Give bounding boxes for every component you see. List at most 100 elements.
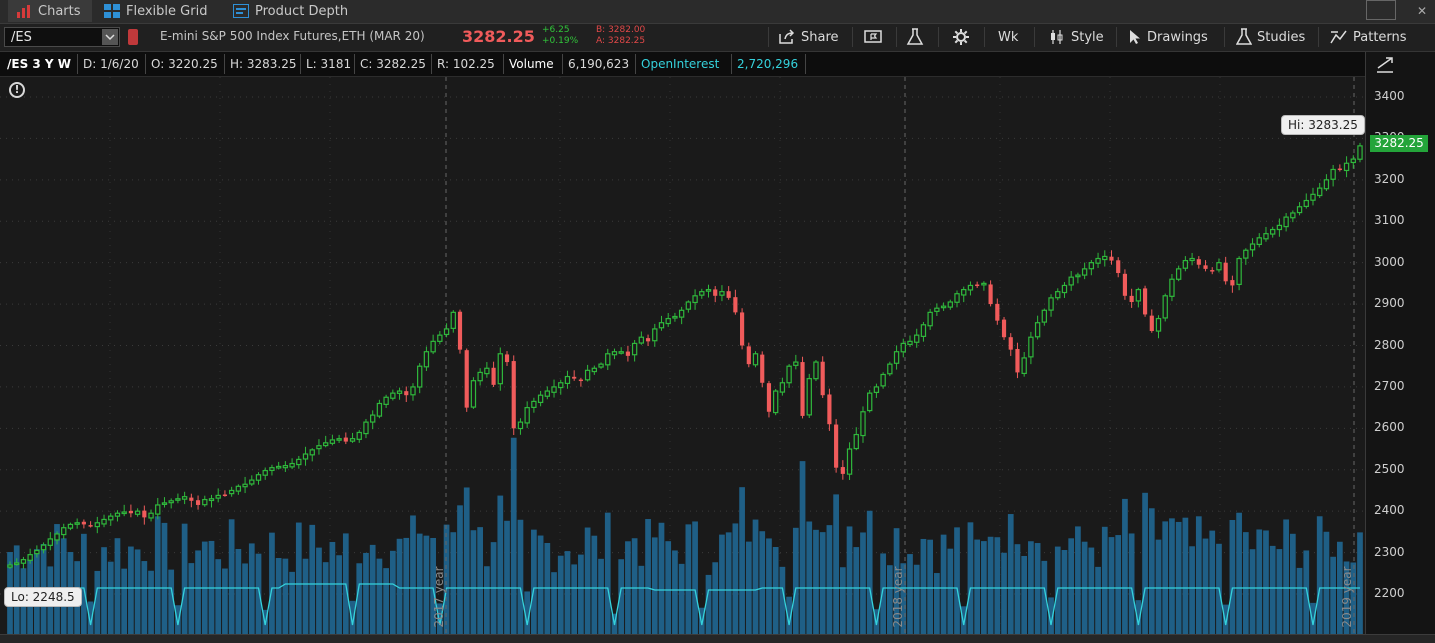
- volume-bar: [1115, 535, 1122, 634]
- candle-body-up: [370, 414, 376, 423]
- candle-body-up: [14, 562, 20, 566]
- candle-body-up: [1236, 257, 1242, 286]
- drawing-tool-icon[interactable]: [1374, 54, 1396, 74]
- alert-info-icon[interactable]: !: [9, 82, 25, 98]
- tab-charts[interactable]: Charts: [8, 0, 92, 22]
- candle-body-up: [302, 453, 309, 460]
- candlestick-chart[interactable]: 2017 year 2018 year 2019 year: [0, 77, 1365, 634]
- candlestick-icon: [1051, 30, 1063, 44]
- volume-value: 6,190,623: [563, 54, 636, 74]
- candle-body-up: [618, 351, 624, 354]
- chart-toolbar: /ES E-mini S&P 500 Index Futures,ETH (MA…: [0, 24, 1435, 52]
- candle-body-up: [1182, 259, 1189, 269]
- volume-bar: [537, 535, 544, 634]
- candle-body-down: [572, 376, 577, 379]
- bar-close: C: 3282.25: [355, 54, 432, 74]
- open-interest-value: 2,720,296: [732, 54, 806, 74]
- volume-bar: [1289, 533, 1296, 634]
- volume-bar: [1128, 533, 1135, 634]
- candle-body-up: [954, 293, 960, 303]
- candle-body-up: [900, 342, 906, 353]
- volume-bar: [1195, 516, 1202, 634]
- volume-bar: [994, 537, 1001, 634]
- candle-body-up: [907, 340, 913, 346]
- candle-body-down: [625, 351, 630, 356]
- volume-bar: [658, 522, 665, 634]
- candle-body-up: [631, 342, 638, 356]
- candle-body-up: [940, 305, 947, 309]
- volume-bar: [1155, 539, 1162, 634]
- link-lock-icon[interactable]: [128, 29, 138, 45]
- candle-body-up: [605, 353, 611, 366]
- candle-body-up: [410, 386, 416, 396]
- volume-bar: [1303, 550, 1310, 634]
- volume-bar: [349, 600, 356, 634]
- volume-bar: [1088, 547, 1095, 634]
- tab-product-depth[interactable]: Product Depth: [233, 0, 348, 22]
- share-button[interactable]: Share: [778, 26, 839, 48]
- volume-bar: [712, 562, 719, 634]
- volume-bar: [87, 601, 94, 634]
- candle-body-up: [202, 498, 208, 506]
- volume-bar: [81, 533, 87, 634]
- volume-bar: [141, 561, 148, 634]
- candle-body-up: [262, 469, 268, 476]
- volume-bar: [175, 605, 181, 634]
- candle-body-down: [1129, 295, 1134, 303]
- volume-bar: [1014, 544, 1021, 634]
- volume-bar: [839, 567, 846, 634]
- volume-bar: [645, 519, 651, 634]
- volume-label: Volume: [504, 54, 563, 74]
- candle-body-up: [537, 394, 544, 404]
- flask-button[interactable]: [906, 26, 924, 48]
- patterns-button[interactable]: Patterns: [1330, 26, 1407, 48]
- volume-bar: [866, 510, 873, 634]
- candle-body-up: [1034, 322, 1041, 338]
- candle-body-down: [404, 391, 409, 396]
- candle-body-up: [396, 390, 403, 394]
- candle-body-up: [1175, 268, 1182, 280]
- tab-flexible-grid[interactable]: Flexible Grid: [104, 0, 207, 22]
- studies-button[interactable]: Studies: [1236, 26, 1305, 48]
- volume-bar: [1101, 526, 1108, 634]
- chevron-down-icon[interactable]: [102, 29, 118, 45]
- candle-body-up: [417, 365, 423, 388]
- candle-body-up: [1041, 309, 1048, 323]
- candle-body-up: [1296, 206, 1303, 214]
- candle-body-up: [678, 309, 685, 318]
- price-chart-area[interactable]: 2017 year 2018 year 2019 year: [0, 77, 1365, 634]
- ask-value: A: 3282.25: [596, 36, 646, 46]
- period-button[interactable]: Wk: [998, 26, 1018, 48]
- volume-bar: [846, 526, 853, 634]
- window-maximize-button[interactable]: [1366, 0, 1396, 20]
- style-button[interactable]: Style: [1048, 26, 1104, 48]
- volume-bar: [745, 541, 752, 634]
- volume-bar: [880, 553, 886, 634]
- candle-body-up: [652, 328, 658, 342]
- candle-body-down: [1109, 256, 1114, 261]
- volume-bar: [739, 487, 745, 634]
- volume-bar: [974, 539, 981, 634]
- candle-body-up: [524, 407, 530, 424]
- candle-body-up: [484, 367, 490, 375]
- settings-button[interactable]: [952, 26, 970, 48]
- candle-body-down: [713, 289, 718, 296]
- price-tick-label: 2800: [1374, 337, 1405, 352]
- flag-button[interactable]: [864, 26, 884, 48]
- volume-bar: [638, 565, 645, 634]
- symbol-input[interactable]: /ES: [4, 27, 120, 47]
- price-tick-label: 2600: [1374, 420, 1405, 435]
- volume-bar: [1095, 566, 1101, 634]
- price-tick-label: 3000: [1374, 254, 1405, 269]
- candle-body-down: [1230, 280, 1235, 286]
- candle-body-down: [578, 379, 583, 382]
- screen-flag-icon: [864, 30, 882, 43]
- candle-body-down: [1149, 315, 1154, 332]
- bar-date: D: 1/6/20: [78, 54, 146, 74]
- candle-body-up: [1028, 336, 1034, 358]
- window-close-button[interactable]: ✕: [1417, 4, 1431, 18]
- drawings-button[interactable]: Drawings: [1128, 26, 1208, 48]
- volume-bar: [336, 555, 342, 634]
- candle-body-down: [142, 510, 147, 518]
- candle-body-up: [161, 502, 168, 505]
